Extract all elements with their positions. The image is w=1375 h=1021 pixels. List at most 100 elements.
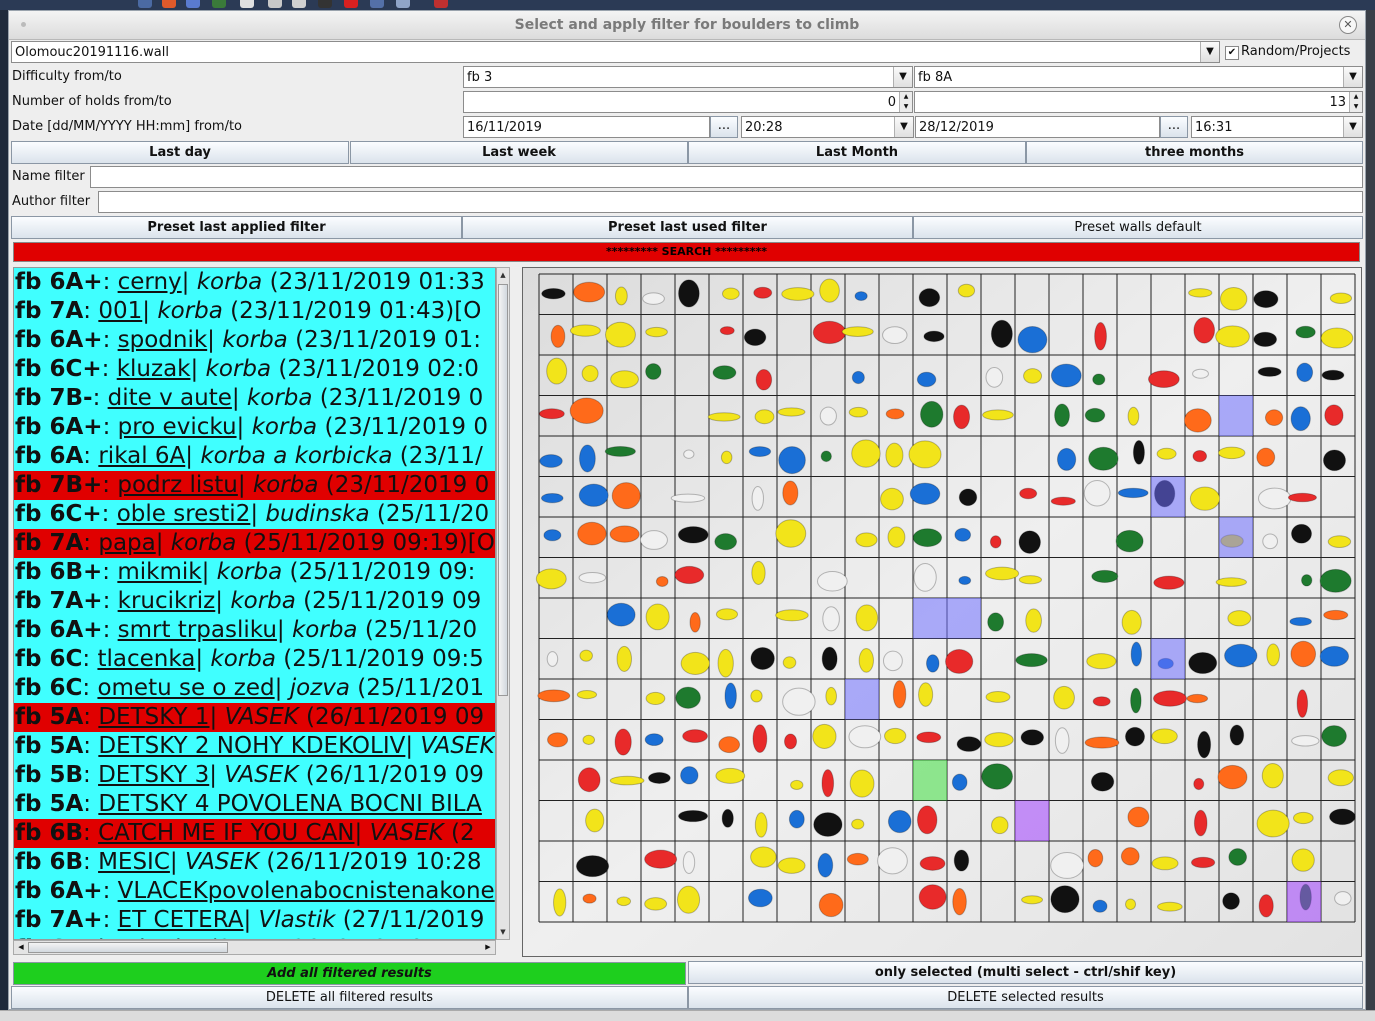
boulder-list-item[interactable]: fb 7A: papa| korba (25/11/2019 09:19)[O bbox=[14, 529, 495, 558]
separator: | bbox=[405, 733, 421, 759]
wall-hold bbox=[585, 808, 605, 833]
preset-last-applied-button[interactable]: Preset last applied filter bbox=[11, 216, 462, 239]
wall-hold bbox=[1224, 643, 1258, 668]
scroll-down-icon[interactable]: ▼ bbox=[497, 925, 509, 939]
boulder-grade: fb 6A+ bbox=[15, 327, 103, 353]
scroll-up-icon[interactable]: ▲ bbox=[497, 268, 509, 282]
wall-hold bbox=[954, 527, 972, 542]
boulder-list-item[interactable]: fb 6C+: oble sresti2| budinska (25/11/20 bbox=[14, 500, 495, 529]
boulder-list-item[interactable]: fb 5A: DETSKY 1| VASEK (26/11/2019 09 bbox=[14, 703, 495, 732]
wall-file-combo[interactable]: Olomouc20191116.wall ▼ bbox=[11, 41, 1220, 63]
boulder-list-item[interactable]: fb 7A+: ET CETERA| Vlastik (27/11/2019 bbox=[14, 906, 495, 935]
boulder-list-item[interactable]: fb 6A+: pro evicku| korba (23/11/2019 0 bbox=[14, 413, 495, 442]
boulder-list-item[interactable]: fb 6A: rikal 6A| korba a korbicka (23/11… bbox=[14, 442, 495, 471]
separator: | bbox=[231, 385, 247, 411]
date-from-field[interactable]: 16/11/2019 bbox=[463, 116, 710, 138]
wall-hold bbox=[543, 529, 562, 542]
list-horizontal-scrollbar[interactable]: ◀ ▶ bbox=[13, 940, 496, 955]
boulder-list[interactable]: fb 6A+: cerny| korba (23/11/2019 01:33 fb… bbox=[13, 267, 496, 940]
boulder-list-item[interactable]: fb 6B+: mikmik| korba (25/11/2019 09: bbox=[14, 558, 495, 587]
difficulty-to-combo[interactable]: fb 8A ▼ bbox=[914, 66, 1363, 88]
random-projects-checkbox[interactable]: ✔ bbox=[1225, 46, 1239, 60]
delete-all-filtered-button[interactable]: DELETE all filtered results bbox=[11, 986, 688, 1009]
scroll-left-icon[interactable]: ◀ bbox=[14, 941, 28, 954]
boulder-list-item[interactable]: fb 6C+: kluzak| korba (23/11/2019 02:0 bbox=[14, 355, 495, 384]
wall-hold bbox=[609, 525, 640, 543]
boulder-list-item[interactable]: fb 6A+: smrt trpasliku| korba (25/11/20 bbox=[14, 616, 495, 645]
difficulty-from-combo[interactable]: fb 3 ▼ bbox=[463, 66, 913, 88]
add-all-filtered-button[interactable]: Add all filtered results bbox=[13, 962, 686, 985]
date-to-field[interactable]: 28/12/2019 bbox=[915, 116, 1160, 138]
wall-preview[interactable] bbox=[522, 267, 1362, 957]
app-icon[interactable] bbox=[344, 0, 358, 8]
close-icon[interactable]: ✕ bbox=[1339, 16, 1357, 34]
holds-from-spinner[interactable]: 0 ▲ ▼ bbox=[463, 91, 913, 113]
delete-selected-button[interactable]: DELETE selected results bbox=[688, 986, 1363, 1009]
app-icon[interactable] bbox=[292, 0, 306, 8]
app-icon[interactable] bbox=[318, 0, 332, 8]
wall-hold bbox=[754, 409, 775, 425]
separator: | bbox=[195, 646, 211, 672]
date-to-picker-button[interactable]: ... bbox=[1160, 116, 1188, 138]
app-icon[interactable] bbox=[138, 0, 152, 8]
wall-hold bbox=[790, 779, 804, 791]
chevron-down-icon[interactable]: ▼ bbox=[1200, 42, 1219, 62]
scroll-right-icon[interactable]: ▶ bbox=[481, 941, 495, 954]
wall-hold bbox=[1287, 492, 1317, 503]
boulder-name: tlacenka bbox=[97, 646, 196, 672]
wall-image[interactable] bbox=[523, 268, 1361, 956]
boulder-list-item[interactable]: fb 5B: DETSKY 3| VASEK (26/11/2019 09 bbox=[14, 761, 495, 790]
app-icon[interactable] bbox=[434, 0, 448, 8]
title-bar[interactable]: Select and apply filter for boulders to … bbox=[9, 11, 1365, 40]
app-icon[interactable] bbox=[396, 0, 410, 8]
app-icon[interactable] bbox=[268, 0, 282, 8]
boulder-list-item[interactable]: fb 6B: MESIC| VASEK (26/11/2019 10:28 bbox=[14, 848, 495, 877]
boulder-list-item[interactable]: fb 7A+: krucikriz| korba (25/11/2019 09 bbox=[14, 587, 495, 616]
list-vertical-scrollbar[interactable]: ▲ ▼ bbox=[496, 267, 510, 940]
boulder-list-item[interactable]: fb 7A: 001| korba (23/11/2019 01:43)[O bbox=[14, 297, 495, 326]
wall-hold bbox=[604, 321, 636, 348]
chevron-down-icon[interactable]: ▼ bbox=[893, 67, 912, 87]
preset-last-used-button[interactable]: Preset last used filter bbox=[462, 216, 913, 239]
wall-hold bbox=[851, 818, 865, 830]
app-icon[interactable] bbox=[240, 0, 254, 8]
wall-hold bbox=[1020, 729, 1045, 746]
boulder-list-item[interactable]: fb 6B: CATCH ME IF YOU CAN| VASEK (2 bbox=[14, 819, 495, 848]
last-day-button[interactable]: Last day bbox=[11, 141, 349, 164]
wall-hold bbox=[1290, 406, 1311, 432]
holds-to-spinner[interactable]: 13 ▲ ▼ bbox=[914, 91, 1363, 113]
spinner-arrows-icon[interactable]: ▲ ▼ bbox=[899, 92, 912, 112]
wall-hold bbox=[1322, 449, 1346, 472]
time-to-combo[interactable]: 16:31 ▼ bbox=[1191, 116, 1363, 138]
name-filter-input[interactable] bbox=[90, 166, 1363, 188]
author-filter-input[interactable] bbox=[98, 191, 1363, 213]
app-icon[interactable] bbox=[186, 0, 200, 8]
chevron-down-icon[interactable]: ▼ bbox=[1343, 117, 1362, 137]
chevron-down-icon[interactable]: ▼ bbox=[1343, 67, 1362, 87]
spinner-arrows-icon[interactable]: ▲ ▼ bbox=[1349, 92, 1362, 112]
boulder-list-item[interactable]: fb 5A: DETSKY 2 NOHY KDEKOLIV| VASEK bbox=[14, 732, 495, 761]
last-week-button[interactable]: Last week bbox=[350, 141, 688, 164]
boulder-list-item[interactable]: fb 5A: DETSKY 4 POVOLENA BOCNI BILA bbox=[14, 790, 495, 819]
boulder-list-item[interactable]: fb 6A+: spodnik| korba (23/11/2019 01: bbox=[14, 326, 495, 355]
boulder-list-item[interactable]: fb 7B+: podrz listu| korba (23/11/2019 0 bbox=[14, 471, 495, 500]
wall-hold bbox=[918, 288, 941, 308]
only-selected-button[interactable]: only selected (multi select - ctrl/shif … bbox=[688, 961, 1363, 984]
app-icon[interactable] bbox=[162, 0, 176, 8]
boulder-list-item[interactable]: fb 6C: ometu se o zed| jozva (25/11/201 bbox=[14, 674, 495, 703]
scrollbar-thumb[interactable] bbox=[28, 942, 228, 953]
boulder-list-item[interactable]: fb 6A+: VLACEKpovolenabocnistenakone bbox=[14, 877, 495, 906]
three-months-button[interactable]: three months bbox=[1026, 141, 1363, 164]
last-month-button[interactable]: Last Month bbox=[688, 141, 1026, 164]
boulder-list-item[interactable]: fb 7B-: dite v aute| korba (23/11/2019 0 bbox=[14, 384, 495, 413]
search-button[interactable]: ********* SEARCH ********* bbox=[13, 242, 1360, 262]
app-icon[interactable] bbox=[212, 0, 226, 8]
scrollbar-thumb[interactable] bbox=[498, 284, 508, 696]
boulder-list-item[interactable]: fb 6C: tlacenka| korba (25/11/2019 09:5 bbox=[14, 645, 495, 674]
chevron-down-icon[interactable]: ▼ bbox=[894, 117, 913, 137]
preset-walls-default-button[interactable]: Preset walls default bbox=[913, 216, 1363, 239]
time-from-combo[interactable]: 20:28 ▼ bbox=[741, 116, 914, 138]
date-from-picker-button[interactable]: ... bbox=[710, 116, 738, 138]
app-icon[interactable] bbox=[370, 0, 384, 8]
boulder-list-item[interactable]: fb 6A+: cerny| korba (23/11/2019 01:33 bbox=[14, 268, 495, 297]
